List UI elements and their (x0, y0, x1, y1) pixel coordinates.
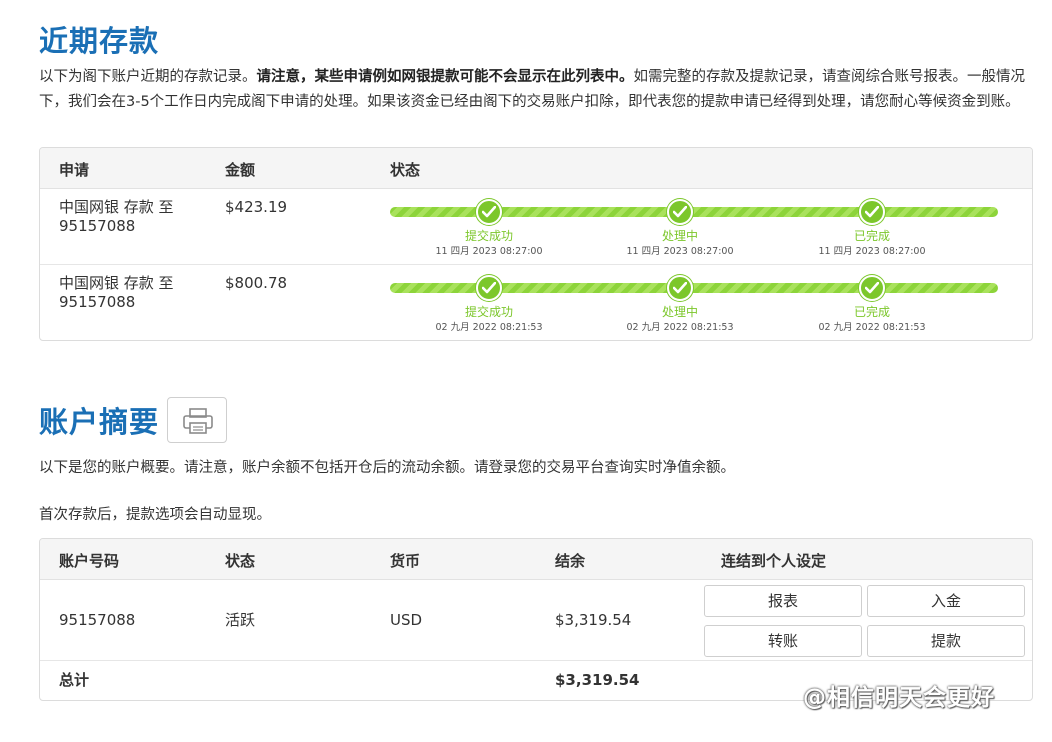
account-balance: $3,319.54 (555, 611, 632, 629)
summary-note: 以下是您的账户概要。请注意，账户余额不包括开仓后的流动余额。请登录您的交易平台查… (39, 460, 735, 476)
header-request: 申请 (59, 161, 90, 179)
header-amount: 金额 (225, 161, 256, 179)
step-label: 处理中 (661, 305, 698, 319)
total-label: 总计 (59, 671, 90, 689)
account-number: 95157088 (59, 611, 136, 629)
total-value: $3,319.54 (555, 671, 640, 689)
deposit-amount: $423.19 (225, 198, 288, 216)
header-links: 连结到个人设定 (721, 552, 827, 570)
account-status: 活跃 (225, 611, 256, 629)
check-icon (859, 275, 885, 301)
step-time: 02 九月 2022 08:21:53 (818, 322, 926, 333)
deposits-intro: 以下为阁下账户近期的存款记录。请注意，某些申请例如网银提款可能不会显示在此列表中… (39, 69, 1025, 110)
watermark: @相信明天会更好 (803, 685, 995, 711)
header-account-number: 账户号码 (59, 552, 120, 570)
summary-title: 账户摘要 (39, 405, 160, 439)
table-row: 中国网银 存款 至 95157088 $423.19 提交成功 处理中 已完成 … (40, 189, 1032, 265)
step-time: 11 四月 2023 08:27:00 (435, 246, 543, 257)
print-button[interactable] (167, 397, 227, 443)
check-icon (667, 275, 693, 301)
step-time: 02 九月 2022 08:21:53 (435, 322, 543, 333)
step-label: 已完成 (853, 305, 890, 319)
step-time: 11 四月 2023 08:27:00 (818, 246, 926, 257)
check-icon (667, 199, 693, 225)
summary-table-header: 账户号码 状态 货币 结余 连结到个人设定 (40, 539, 1032, 580)
check-icon (859, 199, 885, 225)
deposit-request: 中国网银 存款 至 95157088 (59, 198, 174, 235)
step-time: 11 四月 2023 08:27:00 (626, 246, 734, 257)
deposits-table: 申请 金额 状态 中国网银 存款 至 95157088 $423.19 提交成功… (39, 147, 1033, 341)
step-label: 已完成 (853, 229, 890, 243)
step-label: 提交成功 (464, 305, 513, 319)
report-button[interactable]: 报表 (704, 585, 862, 617)
table-row: 中国网银 存款 至 95157088 $800.78 提交成功 处理中 已完成 … (40, 265, 1032, 340)
summary-table: 账户号码 状态 货币 结余 连结到个人设定 95157088 活跃 USD $3… (39, 538, 1033, 701)
withdraw-note: 首次存款后，提款选项会自动显现。 (39, 507, 271, 523)
step-label: 提交成功 (464, 229, 513, 243)
check-icon (476, 199, 502, 225)
printer-icon (183, 408, 213, 434)
account-currency: USD (390, 611, 423, 629)
deposits-table-header: 申请 金额 状态 (40, 148, 1032, 189)
table-row: 95157088 活跃 USD $3,319.54 报表 入金 转账 提款 (40, 580, 1032, 661)
header-currency: 货币 (390, 552, 421, 570)
deposit-button[interactable]: 入金 (867, 585, 1025, 617)
step-time: 02 九月 2022 08:21:53 (626, 322, 734, 333)
header-status: 状态 (225, 552, 256, 570)
deposit-request: 中国网银 存款 至 95157088 (59, 274, 174, 311)
transfer-button[interactable]: 转账 (704, 625, 862, 657)
step-label: 处理中 (661, 229, 698, 243)
header-balance: 结余 (555, 552, 586, 570)
header-status: 状态 (390, 161, 421, 179)
deposits-title: 近期存款 (39, 24, 160, 58)
deposit-amount: $800.78 (225, 274, 288, 292)
check-icon (476, 275, 502, 301)
withdraw-button[interactable]: 提款 (867, 625, 1025, 657)
